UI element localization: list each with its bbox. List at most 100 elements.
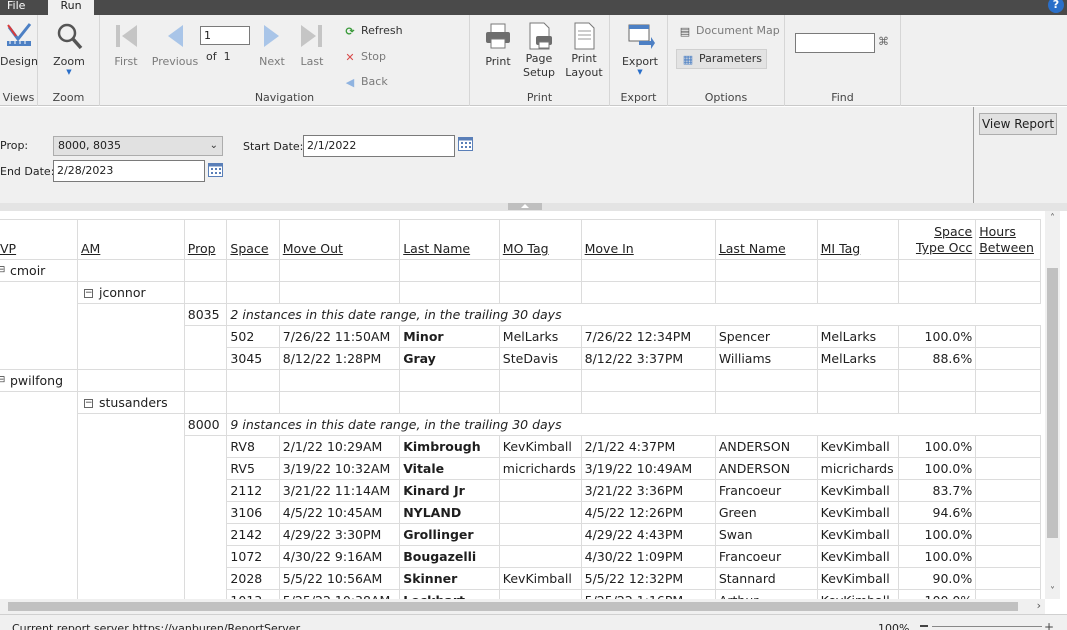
next-page-button[interactable]: Next: [256, 21, 288, 68]
empty-cell: [183, 479, 228, 502]
refresh-button[interactable]: ⟳ Refresh: [343, 24, 402, 38]
calendar-icon[interactable]: [458, 137, 473, 151]
empty-cell: [0, 435, 78, 458]
first-page-button[interactable]: First: [108, 21, 144, 68]
header-space-type-occ-line2: Type Occ: [915, 240, 973, 255]
total-pages: 1: [223, 50, 231, 63]
empty-cell: [975, 259, 1041, 282]
empty-cell: [76, 435, 185, 458]
page-number-input[interactable]: 1: [200, 26, 250, 45]
end-date-input[interactable]: 2/28/2023: [53, 160, 205, 182]
prop-summary: 9 instances in this date range, in the t…: [226, 413, 1041, 436]
collapse-toggle-icon[interactable]: −: [83, 399, 93, 408]
am-cell[interactable]: − stusanders: [76, 391, 185, 414]
move-out-cell: 5/5/22 10:56AM: [278, 567, 401, 590]
stop-button[interactable]: ✕ Stop: [343, 50, 386, 64]
last-page-button[interactable]: Last: [296, 21, 328, 68]
vp-group-row: ⊟ pwilfong: [0, 369, 1041, 392]
calendar-icon[interactable]: [208, 163, 223, 177]
collapse-toggle-icon[interactable]: ⊟: [0, 266, 6, 276]
zoom-slider[interactable]: [932, 626, 1042, 627]
print-layout-button[interactable]: Print Layout: [564, 21, 604, 80]
design-button[interactable]: Design: [0, 21, 38, 68]
export-button[interactable]: Export ▼: [620, 21, 660, 76]
page-setup-label-line1: Page: [525, 52, 553, 65]
header-vp[interactable]: VP: [0, 219, 78, 260]
back-button[interactable]: ◀ Back: [343, 75, 388, 89]
last-name-2-cell: Francoeur: [714, 479, 818, 502]
header-move-out[interactable]: Move Out: [278, 219, 401, 260]
header-space[interactable]: Space: [226, 219, 280, 260]
space-type-occ-cell: 100.0%: [897, 325, 977, 348]
design-icon: [7, 23, 32, 46]
empty-cell: [183, 281, 228, 304]
hours-between-cell: [975, 567, 1041, 590]
am-cell[interactable]: − jconnor: [76, 281, 185, 304]
header-mo-tag[interactable]: MO Tag: [498, 219, 582, 260]
vertical-scrollbar[interactable]: ˄ ˅: [1045, 211, 1060, 599]
empty-cell: [183, 567, 228, 590]
back-label: Back: [361, 75, 388, 88]
header-space-type-occ[interactable]: Space Type Occ: [897, 219, 977, 260]
header-am[interactable]: AM: [76, 219, 185, 260]
previous-page-button[interactable]: Previous: [150, 21, 200, 68]
parameters-button[interactable]: ▦ Parameters: [676, 49, 767, 69]
zoom-button[interactable]: Zoom ▼: [48, 21, 90, 76]
next-label: Next: [259, 55, 285, 68]
find-group-label: Find: [831, 91, 854, 104]
printer-icon: [486, 23, 510, 49]
vp-cell[interactable]: ⊟ pwilfong: [0, 369, 78, 392]
chevron-down-icon: ▼: [66, 68, 72, 76]
collapse-toggle-icon[interactable]: ⊟: [0, 376, 6, 386]
header-mi-tag[interactable]: MI Tag: [816, 219, 899, 260]
mo-tag-cell: [498, 479, 582, 502]
prop-select[interactable]: 8000, 8035 ⌄: [53, 136, 223, 156]
scroll-down-icon[interactable]: ˅: [1045, 586, 1060, 597]
view-report-button[interactable]: View Report: [979, 113, 1057, 135]
empty-cell: [76, 589, 185, 599]
header-hours-between[interactable]: Hours Between: [975, 219, 1041, 260]
collapse-parameters-handle[interactable]: [508, 203, 542, 210]
move-out-cell: 4/30/22 9:16AM: [278, 545, 401, 568]
scroll-right-icon[interactable]: ›: [1037, 599, 1041, 612]
status-text: Current report server https://vanburen/R…: [12, 622, 301, 630]
previous-label: Previous: [151, 55, 199, 68]
header-prop[interactable]: Prop: [183, 219, 228, 260]
header-move-in[interactable]: Move In: [580, 219, 716, 260]
parameter-splitter[interactable]: [0, 203, 1067, 211]
mi-tag-cell: KevKimball: [816, 523, 899, 546]
menu-run[interactable]: Run: [48, 0, 94, 15]
parameters-icon: ▦: [682, 52, 694, 66]
empty-cell: [975, 369, 1041, 392]
menu-file[interactable]: File: [0, 0, 36, 15]
space-type-occ-cell: 100.0%: [897, 523, 977, 546]
empty-cell: [183, 589, 228, 599]
prop-summary-row: 8000 9 instances in this date range, in t…: [0, 413, 1041, 436]
mi-tag-cell: KevKimball: [816, 479, 899, 502]
hours-between-cell: [975, 347, 1041, 370]
vp-cell[interactable]: ⊟ cmoir: [0, 259, 78, 282]
scroll-up-icon[interactable]: ˄: [1045, 213, 1060, 224]
collapse-toggle-icon[interactable]: −: [83, 289, 93, 298]
zoom-group: Zoom ▼ Zoom: [38, 15, 100, 106]
header-last-name[interactable]: Last Name: [399, 219, 500, 260]
vertical-scroll-thumb[interactable]: [1047, 268, 1058, 538]
find-input[interactable]: [795, 33, 875, 53]
move-out-cell: 4/5/22 10:45AM: [278, 501, 401, 524]
document-map-button[interactable]: ▤ Document Map: [678, 24, 780, 38]
space-type-occ-cell: 100.0%: [897, 457, 977, 480]
header-last-name-2[interactable]: Last Name: [714, 219, 818, 260]
start-date-input[interactable]: 2/1/2022: [303, 135, 455, 157]
help-icon[interactable]: ?: [1048, 0, 1064, 13]
horizontal-scrollbar[interactable]: ›: [0, 599, 1045, 614]
space-cell: 2028: [226, 567, 280, 590]
empty-cell: [714, 369, 818, 392]
find-binoculars-icon[interactable]: ⌘: [878, 35, 889, 48]
page-setup-button[interactable]: Page Setup: [522, 21, 556, 80]
horizontal-scroll-thumb[interactable]: [8, 602, 1018, 611]
mo-tag-cell: SteDavis: [498, 347, 582, 370]
zoom-out-icon[interactable]: [920, 625, 928, 627]
move-in-cell: 8/12/22 3:37PM: [580, 347, 716, 370]
zoom-in-icon[interactable]: +: [1044, 620, 1054, 630]
print-button[interactable]: Print: [482, 21, 514, 68]
